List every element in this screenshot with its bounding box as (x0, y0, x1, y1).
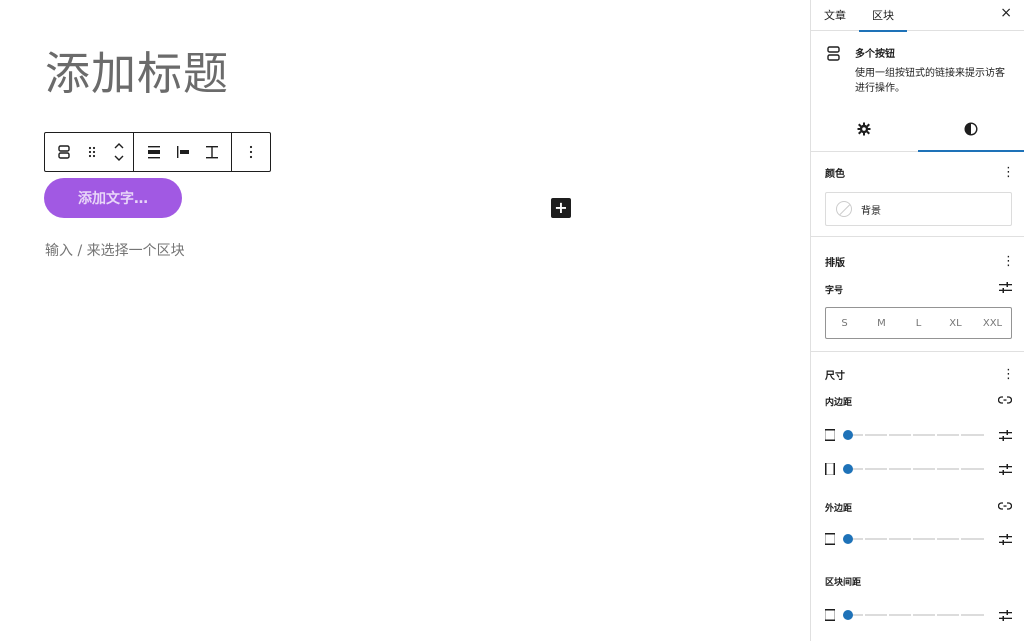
slider-thumb[interactable] (843, 610, 853, 620)
unlink-sides-icon[interactable] (997, 395, 1013, 408)
color-panel: 颜色 ⋮ 背景 (811, 152, 1024, 237)
block-spacing-vertical-slider[interactable] (825, 598, 1012, 632)
custom-value-icon[interactable] (998, 533, 1012, 545)
padding-horizontal-slider[interactable] (825, 452, 1012, 486)
horizontal-sides-icon (825, 463, 839, 475)
size-option-xxl[interactable]: XXL (974, 308, 1011, 338)
custom-value-icon[interactable] (998, 463, 1012, 475)
block-card-description: 使用一组按钮式的链接来提示访客进行操作。 (855, 68, 1005, 94)
close-icon[interactable]: × (1000, 5, 1012, 21)
dimensions-panel: 尺寸 ⋮ 内边距 外边距 区块间距 (811, 354, 1024, 641)
drag-handle-icon[interactable] (78, 133, 106, 171)
block-toolbar (44, 132, 271, 172)
dimensions-panel-title: 尺寸 (825, 370, 845, 382)
font-size-label: 字号 (825, 285, 844, 296)
typography-panel-options-icon[interactable]: ⋮ (1002, 255, 1015, 268)
size-option-m[interactable]: M (863, 308, 900, 338)
vertical-sides-icon (825, 429, 839, 441)
editor-canvas: 添加标题 添加文字… 输入 / 来选择一个区块 + (0, 0, 810, 641)
font-size-custom-icon[interactable] (999, 282, 1012, 296)
padding-vertical-slider[interactable] (825, 418, 1012, 452)
custom-value-icon[interactable] (998, 429, 1012, 441)
margin-vertical-slider[interactable] (825, 522, 1012, 556)
typography-panel: 排版 ⋮ 字号 S M L XL XXL (811, 243, 1024, 352)
vertical-sides-icon (825, 533, 839, 545)
sidebar-tabs: 文章 区块 × (811, 0, 1024, 32)
slider-thumb[interactable] (843, 534, 853, 544)
justify-left-icon[interactable] (168, 133, 197, 171)
block-spacing-label: 区块间距 (825, 577, 862, 588)
block-inserter-plus-icon[interactable]: + (551, 198, 571, 218)
settings-sidebar: 文章 区块 × 多个按钮 使用一组按钮式的链接来提示访客进行操作。 颜色 ⋮ 背… (810, 0, 1024, 641)
size-option-xl[interactable]: XL (937, 308, 974, 338)
margin-label: 外边距 (825, 503, 853, 514)
color-panel-options-icon[interactable]: ⋮ (1002, 166, 1015, 179)
toolbar-group-alignment (134, 133, 232, 171)
empty-block-hint[interactable]: 输入 / 来选择一个区块 (45, 240, 185, 260)
color-item-label: 背景 (861, 205, 881, 217)
tab-styles[interactable] (917, 107, 1024, 152)
settings-gear-icon (857, 122, 871, 136)
tab-block[interactable]: 区块 (859, 0, 907, 32)
toolbar-group-options (232, 133, 270, 171)
slider-thumb[interactable] (843, 430, 853, 440)
block-spacing-horizontal-slider[interactable] (825, 632, 1012, 641)
dimensions-panel-options-icon[interactable]: ⋮ (1002, 368, 1015, 381)
color-item-background[interactable]: 背景 (825, 192, 1012, 226)
custom-value-icon[interactable] (998, 609, 1012, 621)
post-title-input[interactable]: 添加标题 (45, 44, 229, 104)
empty-swatch-icon (836, 201, 852, 217)
unlink-sides-icon[interactable] (997, 501, 1013, 514)
vertical-sides-icon (825, 609, 839, 621)
buttons-block-icon (827, 46, 841, 103)
buttons-block-icon[interactable] (50, 133, 78, 171)
padding-label: 内边距 (825, 397, 853, 408)
tab-settings[interactable] (811, 107, 918, 151)
move-up-down-icon[interactable] (105, 133, 133, 171)
button-block-text[interactable]: 添加文字… (44, 178, 182, 218)
toolbar-group-block (45, 133, 134, 171)
slider-thumb[interactable] (843, 464, 853, 474)
block-card: 多个按钮 使用一组按钮式的链接来提示访客进行操作。 (811, 31, 1024, 103)
tab-post[interactable]: 文章 (811, 0, 859, 31)
size-option-l[interactable]: L (900, 308, 937, 338)
styles-half-circle-icon (964, 122, 978, 136)
inspector-sub-tabs (811, 107, 1024, 152)
options-icon[interactable] (237, 133, 266, 171)
size-option-s[interactable]: S (826, 308, 863, 338)
justify-center-icon[interactable] (139, 133, 168, 171)
color-panel-title: 颜色 (825, 168, 845, 180)
font-size-picker: S M L XL XXL (825, 307, 1012, 339)
vertical-align-icon[interactable] (197, 133, 226, 171)
typography-panel-title: 排版 (825, 257, 845, 269)
block-card-title: 多个按钮 (855, 49, 895, 60)
